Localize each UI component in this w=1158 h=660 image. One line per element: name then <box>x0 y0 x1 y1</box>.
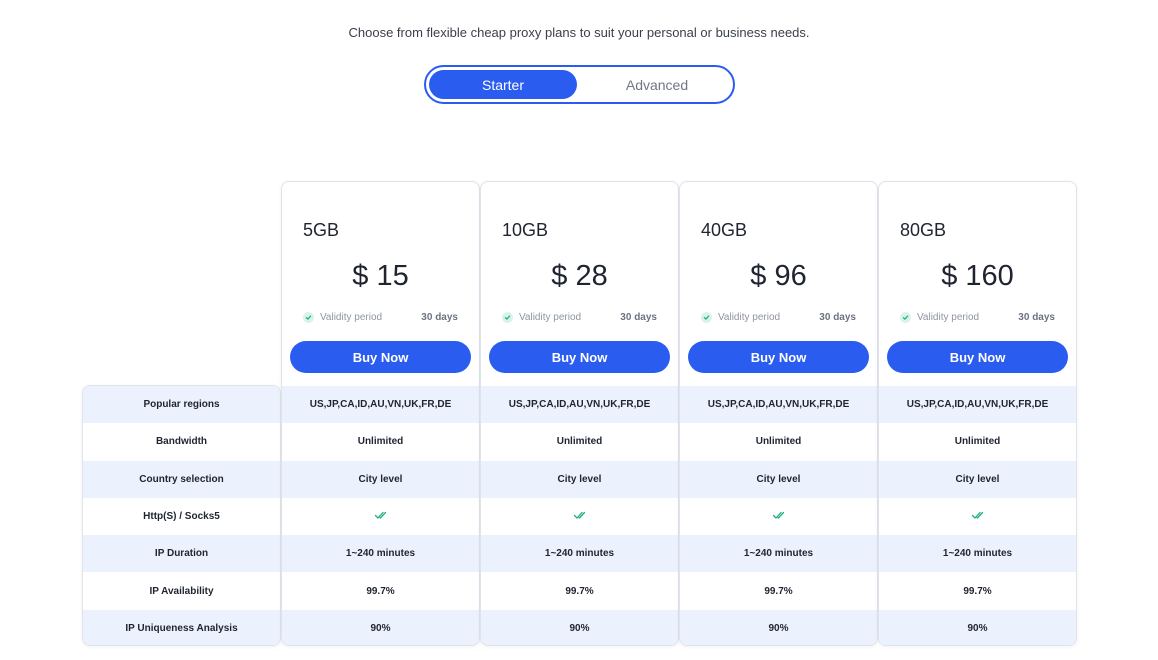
check-circle-icon <box>701 311 712 323</box>
plan-feature-value: 1~240 minutes <box>680 535 877 573</box>
plan-price: $ 96 <box>750 260 807 292</box>
validity-value: 30 days <box>620 311 657 323</box>
plan-size: 10GB <box>502 220 549 240</box>
plan-feature-value: Unlimited <box>481 423 678 461</box>
plan-feature-value: 99.7% <box>282 572 479 610</box>
validity-label: Validity period <box>519 311 582 323</box>
plan-feature-value: Unlimited <box>680 423 877 461</box>
plan-feature-value: 99.7% <box>481 572 678 610</box>
plan-card-header: 80GB $ 160 Validity period 30 days Buy N… <box>879 182 1076 386</box>
plan-size: 80GB <box>900 220 947 240</box>
plan-card-header: 5GB $ 15 Validity period 30 days Buy Now <box>282 182 479 386</box>
plan-size: 5GB <box>303 220 340 240</box>
plan-feature-value: 1~240 minutes <box>481 535 678 573</box>
double-check-icon <box>573 510 587 523</box>
plan-card-header: 10GB $ 28 Validity period 30 days Buy No… <box>481 182 678 386</box>
plan-price: $ 15 <box>352 260 409 292</box>
buy-now-button[interactable]: Buy Now <box>489 341 670 373</box>
buy-now-button[interactable]: Buy Now <box>887 341 1068 373</box>
plan-card: 80GB $ 160 Validity period 30 days Buy N… <box>878 181 1077 646</box>
feature-label: Bandwidth <box>83 423 280 461</box>
plan-feature-value <box>879 497 1076 536</box>
check-circle-icon <box>303 311 314 323</box>
plan-feature-value <box>282 497 479 536</box>
validity-period: Validity period 30 days <box>303 310 458 324</box>
feature-label: Popular regions <box>83 386 280 424</box>
plan-price: $ 28 <box>551 260 608 292</box>
plan-feature-value: City level <box>481 460 678 498</box>
validity-value: 30 days <box>421 311 458 323</box>
validity-label: Validity period <box>320 311 383 323</box>
plan-type-toggle: Starter Advanced <box>424 65 735 104</box>
plan-feature-value: US,JP,CA,ID,AU,VN,UK,FR,DE <box>282 386 479 424</box>
buy-now-button[interactable]: Buy Now <box>688 341 869 373</box>
plan-feature-value: 1~240 minutes <box>879 535 1076 573</box>
plan-feature-value: 90% <box>481 609 678 645</box>
plan-card: 10GB $ 28 Validity period 30 days Buy No… <box>480 181 679 646</box>
plan-card: 5GB $ 15 Validity period 30 days Buy Now… <box>281 181 480 646</box>
plan-feature-value: City level <box>879 460 1076 498</box>
page-subtitle: Choose from flexible cheap proxy plans t… <box>348 25 810 40</box>
feature-label: Country selection <box>83 460 280 498</box>
double-check-icon <box>772 510 786 523</box>
validity-value: 30 days <box>1018 311 1055 323</box>
validity-period: Validity period 30 days <box>701 310 856 324</box>
plan-size: 40GB <box>701 220 748 240</box>
plan-feature-value: 90% <box>282 609 479 645</box>
plan-price: $ 160 <box>941 260 1014 292</box>
plan-feature-value: 1~240 minutes <box>282 535 479 573</box>
feature-labels-column: Popular regions Bandwidth Country select… <box>82 385 281 646</box>
feature-label: IP Uniqueness Analysis <box>83 609 280 645</box>
toggle-advanced[interactable]: Advanced <box>583 70 731 99</box>
double-check-icon <box>971 510 985 523</box>
plan-card: 40GB $ 96 Validity period 30 days Buy No… <box>679 181 878 646</box>
plan-feature-value: 99.7% <box>879 572 1076 610</box>
plan-feature-value <box>481 497 678 536</box>
plan-feature-value: 90% <box>680 609 877 645</box>
toggle-starter[interactable]: Starter <box>429 70 577 99</box>
plan-card-header: 40GB $ 96 Validity period 30 days Buy No… <box>680 182 877 386</box>
plan-feature-value: US,JP,CA,ID,AU,VN,UK,FR,DE <box>481 386 678 424</box>
plan-feature-value: US,JP,CA,ID,AU,VN,UK,FR,DE <box>680 386 877 424</box>
check-circle-icon <box>900 311 911 323</box>
validity-label: Validity period <box>718 311 781 323</box>
plan-feature-value: Unlimited <box>282 423 479 461</box>
check-circle-icon <box>502 311 513 323</box>
buy-now-button[interactable]: Buy Now <box>290 341 471 373</box>
plan-feature-value: 90% <box>879 609 1076 645</box>
plan-feature-value: 99.7% <box>680 572 877 610</box>
feature-label: IP Availability <box>83 572 280 610</box>
validity-period: Validity period 30 days <box>900 310 1055 324</box>
plan-feature-value: US,JP,CA,ID,AU,VN,UK,FR,DE <box>879 386 1076 424</box>
validity-label: Validity period <box>917 311 980 323</box>
validity-period: Validity period 30 days <box>502 310 657 324</box>
plan-feature-value <box>680 497 877 536</box>
plan-feature-value: City level <box>282 460 479 498</box>
validity-value: 30 days <box>819 311 856 323</box>
double-check-icon <box>374 510 388 523</box>
feature-label: IP Duration <box>83 535 280 573</box>
feature-label: Http(S) / Socks5 <box>83 497 280 536</box>
plan-feature-value: City level <box>680 460 877 498</box>
plan-feature-value: Unlimited <box>879 423 1076 461</box>
